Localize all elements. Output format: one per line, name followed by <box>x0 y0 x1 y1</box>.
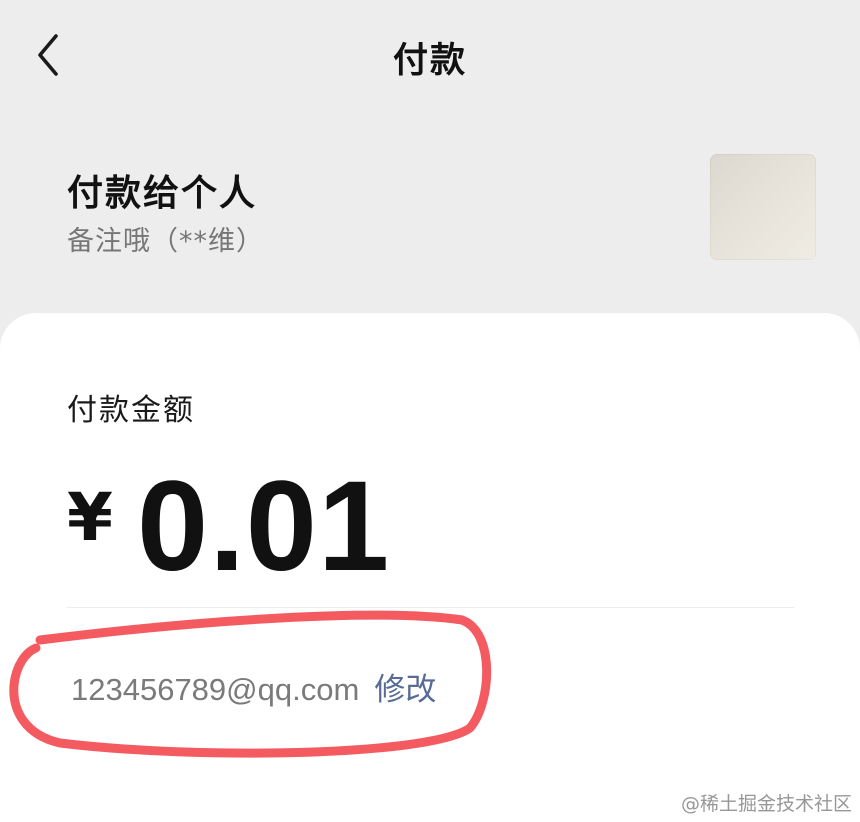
payee-name: 付款给个人 <box>67 173 258 214</box>
edit-contact-link[interactable]: 修改 <box>374 672 436 708</box>
watermark: @稀土掘金技术社区 <box>680 793 852 815</box>
page-title: 付款 <box>392 41 467 81</box>
amount-value: 0.01 <box>137 455 391 598</box>
avatar <box>710 154 816 260</box>
payee-note: 备注哦（**维） <box>67 226 264 257</box>
amount-label: 付款金额 <box>67 393 195 428</box>
payment-card: 付款金额 ¥ 0.01 123456789@qq.com 修改 <box>0 313 860 822</box>
contact-email: 123456789@qq.com <box>71 672 360 707</box>
payee-info: 付款给个人 备注哦（**维） <box>0 140 860 280</box>
currency-symbol: ¥ <box>67 479 113 556</box>
contact-row: 123456789@qq.com 修改 <box>71 664 436 709</box>
divider <box>67 607 794 608</box>
navigation-bar: 付款 <box>0 0 860 110</box>
